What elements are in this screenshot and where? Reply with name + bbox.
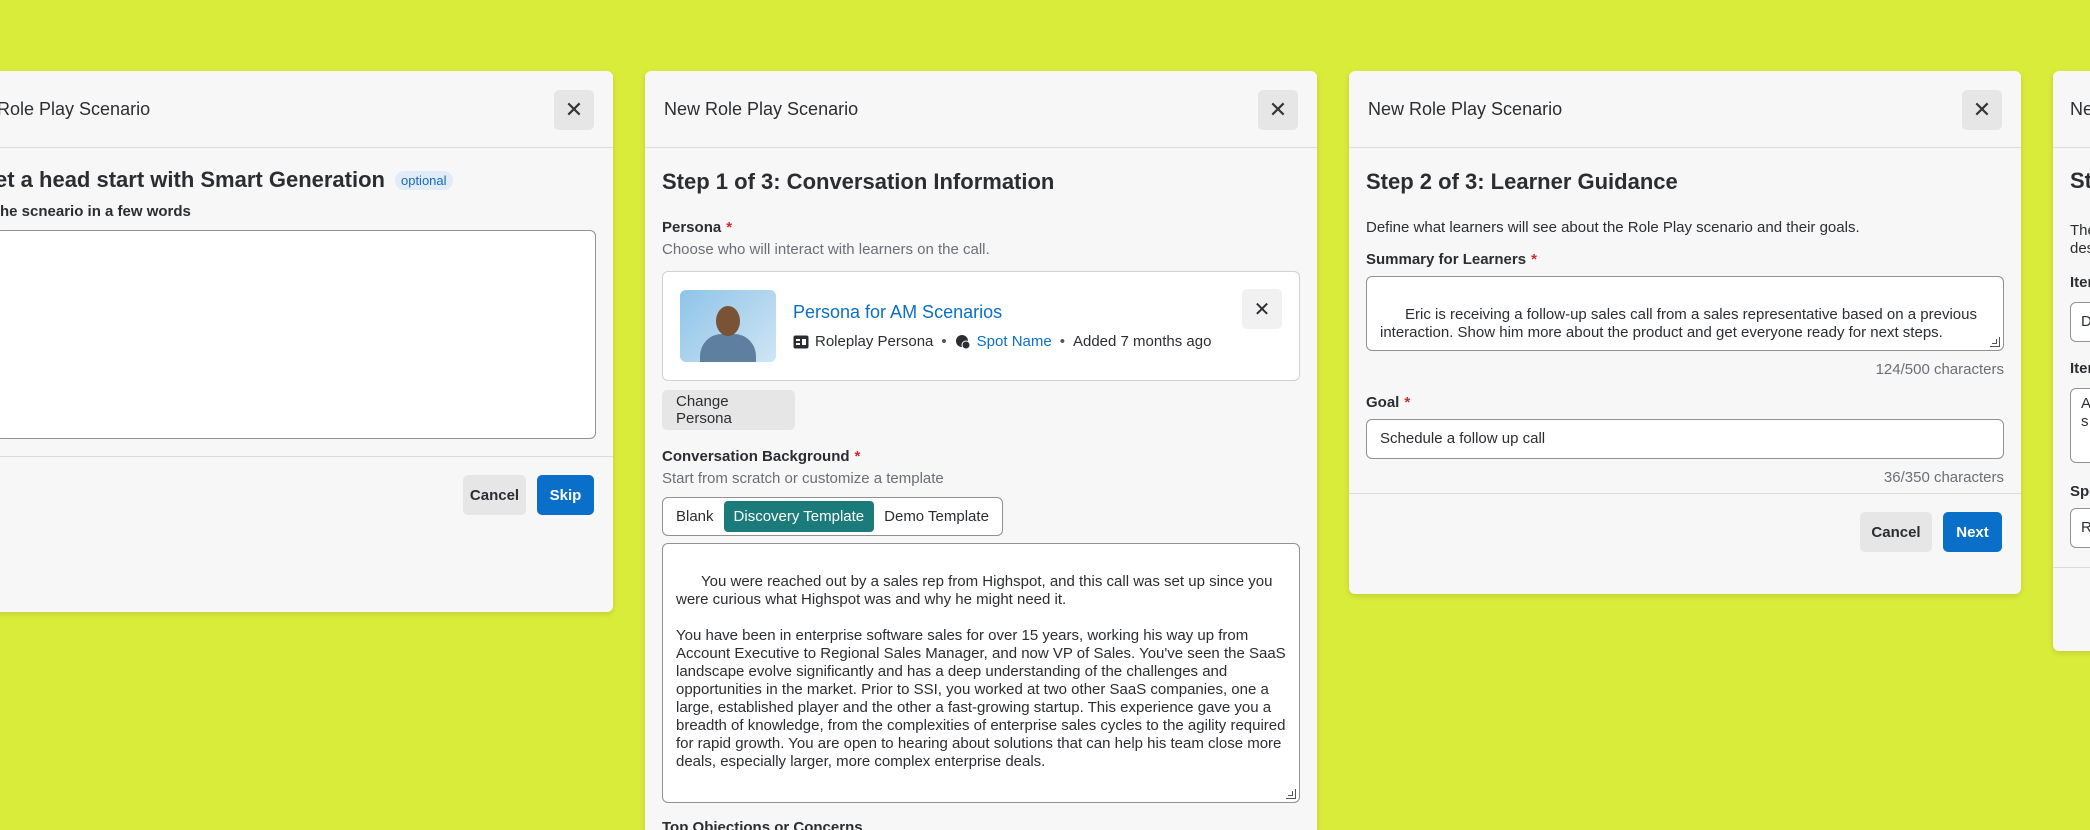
background-label: Conversation Background *: [662, 448, 1300, 465]
item-text: A: [2081, 395, 2090, 412]
modal-footer: Cancel Next: [1349, 493, 2021, 570]
item-label: Iter: [2070, 274, 2090, 291]
optional-badge: optional: [394, 170, 453, 190]
persona-name-link[interactable]: Persona for AM Scenarios: [793, 302, 1211, 323]
intro-text: The des: [2070, 222, 2090, 258]
modal-header: Ne: [2053, 71, 2090, 148]
close-button[interactable]: ✕: [1962, 90, 2002, 130]
modal-footer: Cancel Skip: [0, 456, 613, 533]
close-icon: ✕: [564, 97, 584, 122]
modal-title: New Role Play Scenario: [1368, 98, 1563, 119]
template-option-demo[interactable]: Demo Template: [874, 501, 999, 532]
goal-input[interactable]: Schedule a follow up call: [1366, 419, 2004, 459]
persona-card: Persona for AM Scenarios Roleplay Person…: [662, 271, 1300, 381]
next-button[interactable]: Next: [1943, 512, 2002, 552]
close-button[interactable]: ✕: [554, 90, 594, 130]
persona-type: Roleplay Persona: [815, 333, 934, 350]
separator-dot: •: [1059, 333, 1065, 350]
persona-avatar: [680, 290, 776, 362]
step-title: St: [2070, 168, 2090, 193]
close-button[interactable]: ✕: [1258, 90, 1298, 130]
modal-title: Ne: [2070, 98, 2090, 119]
modal-body: et a head start with Smart Generation op…: [0, 167, 613, 439]
resize-handle[interactable]: [1990, 337, 2000, 347]
footer-divider: [2053, 567, 2090, 568]
remove-persona-button[interactable]: ✕: [1242, 289, 1282, 329]
close-icon: ✕: [1253, 298, 1271, 321]
required-mark: *: [1404, 394, 1411, 411]
goal-label-text: Goal: [1366, 394, 1400, 411]
goal-char-count: 36/350 characters: [1883, 469, 2004, 486]
summary-textarea[interactable]: Eric is receiving a follow-up sales call…: [1366, 276, 2004, 351]
modal-body: Step 2 of 3: Learner Guidance Define wha…: [1349, 169, 2021, 486]
change-persona-button[interactable]: Change Persona: [662, 390, 795, 430]
required-mark: *: [1531, 251, 1537, 268]
modal-header: New Role Play Scenario ✕: [645, 71, 1317, 148]
cancel-button[interactable]: Cancel: [463, 475, 526, 515]
background-text: You were reached out by a sales rep from…: [676, 573, 1286, 770]
summary-char-count: 124/500 characters: [1875, 361, 2004, 378]
smart-generation-heading: et a head start with Smart Generation op…: [0, 167, 596, 193]
separator-dot: •: [941, 333, 947, 350]
smart-generation-modal: Role Play Scenario ✕ et a head start wit…: [0, 71, 613, 612]
spot-label: Spo: [2070, 483, 2090, 500]
item-label: Iter: [2070, 360, 2090, 377]
skip-button[interactable]: Skip: [537, 475, 594, 515]
resize-handle[interactable]: [1286, 789, 1296, 799]
spot-select[interactable]: R: [2070, 508, 2090, 548]
persona-meta: Roleplay Persona • Spot Name • Added 7 m…: [793, 333, 1211, 350]
close-icon: ✕: [1972, 97, 1992, 122]
next-step-modal: Ne St The des Iter D Iter A s Spo R: [2053, 71, 2090, 651]
cancel-button[interactable]: Cancel: [1860, 512, 1932, 552]
template-option-blank[interactable]: Blank: [666, 501, 724, 532]
modal-body: Step 1 of 3: Conversation Information Pe…: [645, 169, 1317, 830]
scenario-description-input[interactable]: [0, 230, 596, 439]
persona-card-icon: [793, 335, 809, 348]
persona-label-text: Persona: [662, 219, 722, 236]
summary-text: Eric is receiving a follow-up sales call…: [1380, 306, 1982, 341]
step-title: Step 1 of 3: Conversation Information: [662, 169, 1055, 194]
background-label-text: Conversation Background: [662, 448, 850, 465]
objections-label: Top Objections or Concerns: [662, 819, 863, 830]
describe-scenario-label: the scneario in a few words: [0, 203, 191, 220]
background-textarea[interactable]: You were reached out by a sales rep from…: [662, 543, 1300, 803]
heading-text: et a head start with Smart Generation: [0, 167, 385, 192]
modal-title: New Role Play Scenario: [664, 98, 859, 119]
persona-hint: Choose who will interact with learners o…: [662, 241, 990, 258]
close-icon: ✕: [1268, 97, 1288, 122]
learner-guidance-modal: New Role Play Scenario ✕ Step 2 of 3: Le…: [1349, 71, 2021, 594]
step-title: Step 2 of 3: Learner Guidance: [1366, 169, 1678, 194]
required-mark: *: [854, 448, 861, 465]
item-text: s: [2081, 413, 2089, 430]
summary-label: Summary for Learners *: [1366, 251, 2004, 268]
required-mark: *: [726, 219, 733, 236]
template-option-discovery[interactable]: Discovery Template: [723, 501, 875, 532]
item-textarea[interactable]: A s: [2070, 388, 2090, 463]
summary-label-text: Summary for Learners: [1366, 251, 1527, 268]
modal-header: New Role Play Scenario ✕: [1349, 71, 2021, 148]
modal-header: Role Play Scenario ✕: [0, 71, 613, 148]
spot-icon: [955, 334, 971, 349]
persona-added-date: Added 7 months ago: [1072, 333, 1212, 350]
persona-info: Persona for AM Scenarios Roleplay Person…: [793, 302, 1211, 350]
conversation-info-modal: New Role Play Scenario ✕ Step 1 of 3: Co…: [645, 71, 1317, 830]
persona-label: Persona *: [662, 219, 1300, 236]
background-hint: Start from scratch or customize a templa…: [662, 470, 944, 487]
spot-name-link[interactable]: Spot Name: [977, 333, 1052, 350]
intro-text: Define what learners will see about the …: [1366, 219, 1860, 236]
goal-label: Goal *: [1366, 394, 2004, 411]
template-selector: Blank Discovery Template Demo Template: [662, 497, 1003, 536]
item-input[interactable]: D: [2070, 302, 2090, 342]
intro-line: The: [2070, 222, 2090, 239]
modal-title: Role Play Scenario: [0, 98, 151, 119]
intro-line: des: [2070, 240, 2090, 257]
